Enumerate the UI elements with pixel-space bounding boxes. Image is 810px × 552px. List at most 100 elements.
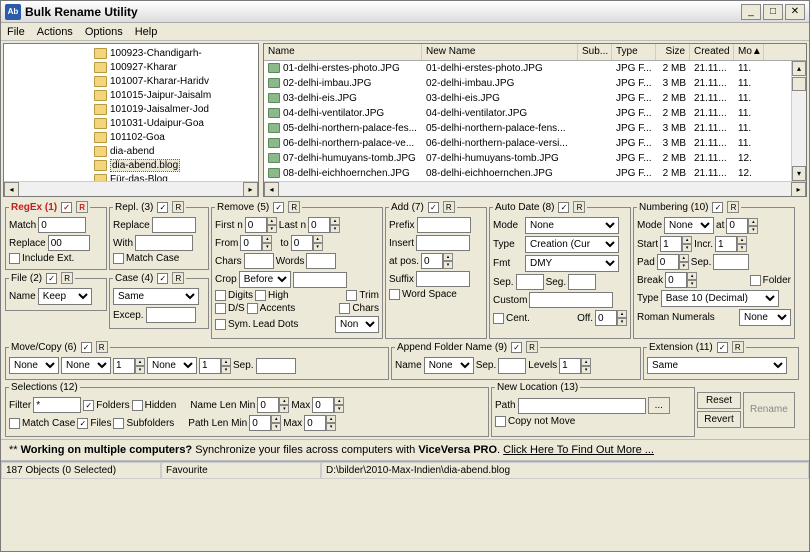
remove-ds[interactable]	[215, 303, 226, 314]
sel-files[interactable]	[77, 418, 88, 429]
sel-namelen-max[interactable]	[312, 397, 334, 413]
numbering-mode[interactable]: None	[664, 217, 714, 234]
move-n2[interactable]	[199, 358, 221, 374]
file-reset[interactable]: R	[61, 272, 73, 284]
autodate-sep[interactable]	[516, 274, 544, 290]
file-name-select[interactable]: Keep	[38, 288, 92, 305]
sel-pathlen-min[interactable]	[249, 415, 271, 431]
file-row[interactable]: 07-delhi-humuyans-tomb.JPG07-delhi-humuy…	[264, 151, 806, 166]
tree-item[interactable]: dia-abend.blog	[94, 158, 258, 172]
move-copy-select[interactable]: None	[9, 357, 59, 374]
remove-high[interactable]	[255, 290, 266, 301]
move-sel2[interactable]: None	[147, 357, 197, 374]
folder-tree[interactable]: 100923-Chandigarh-100927-Kharar101007-Kh…	[3, 43, 259, 197]
case-enabled[interactable]	[157, 273, 168, 284]
numbering-reset[interactable]: R	[727, 201, 739, 213]
move-enabled[interactable]	[81, 342, 92, 353]
appfolder-name[interactable]: None	[424, 357, 474, 374]
revert-button[interactable]: Revert	[697, 411, 741, 428]
numbering-pad[interactable]	[657, 254, 679, 270]
add-suffix-input[interactable]	[416, 271, 470, 287]
sel-hidden[interactable]	[132, 400, 143, 411]
menu-help[interactable]: Help	[135, 23, 158, 40]
regex-enabled[interactable]	[61, 202, 72, 213]
scroll-left-icon[interactable]: ◂	[264, 182, 279, 197]
appfolder-enabled[interactable]	[511, 342, 522, 353]
close-button[interactable]: ✕	[785, 4, 805, 20]
regex-include-ext[interactable]	[9, 253, 20, 264]
sel-namelen-min[interactable]	[257, 397, 279, 413]
repl-with-input[interactable]	[135, 235, 193, 251]
case-select[interactable]: Same	[113, 288, 199, 305]
remove-to[interactable]	[291, 235, 313, 251]
menu-actions[interactable]: Actions	[37, 23, 73, 40]
col-type[interactable]: Type	[612, 44, 656, 60]
move-sel1[interactable]: None	[61, 357, 111, 374]
regex-replace-input[interactable]	[48, 235, 90, 251]
file-row[interactable]: 03-delhi-eis.JPG03-delhi-eis.JPGJPG F...…	[264, 91, 806, 106]
numbering-incr[interactable]	[715, 236, 737, 252]
move-reset[interactable]: R	[96, 341, 108, 353]
file-row[interactable]: 02-delhi-imbau.JPG02-delhi-imbau.JPGJPG …	[264, 76, 806, 91]
move-n1[interactable]	[113, 358, 135, 374]
add-reset[interactable]: R	[443, 201, 455, 213]
remove-from[interactable]	[240, 235, 262, 251]
list-hscroll[interactable]: ◂ ▸	[264, 181, 806, 196]
list-vscroll[interactable]: ▴ ▾	[791, 61, 806, 181]
regex-match-input[interactable]	[38, 217, 86, 233]
extension-select[interactable]: Same	[647, 357, 787, 374]
scroll-right-icon[interactable]: ▸	[791, 182, 806, 197]
sel-folders[interactable]	[83, 400, 94, 411]
tree-item[interactable]: 101015-Jaipur-Jaisalm	[94, 88, 258, 102]
autodate-mode[interactable]: None	[525, 217, 619, 234]
file-list[interactable]: Name New Name Sub... Type Size Created M…	[263, 43, 807, 197]
sel-matchcase[interactable]	[9, 418, 20, 429]
newloc-path[interactable]	[518, 398, 646, 414]
add-enabled[interactable]	[428, 202, 439, 213]
numbering-type[interactable]: Base 10 (Decimal)	[661, 290, 779, 307]
col-modified[interactable]: Mo▲	[734, 44, 764, 60]
numbering-folder[interactable]	[750, 275, 761, 286]
appfolder-reset[interactable]: R	[526, 341, 538, 353]
menu-options[interactable]: Options	[85, 23, 123, 40]
appfolder-levels[interactable]	[559, 358, 581, 374]
autodate-enabled[interactable]	[558, 202, 569, 213]
remove-firstn[interactable]	[245, 217, 267, 233]
col-name[interactable]: Name	[264, 44, 422, 60]
autodate-cent[interactable]	[493, 313, 504, 324]
repl-matchcase[interactable]	[113, 253, 124, 264]
remove-crop-input[interactable]	[293, 272, 347, 288]
case-reset[interactable]: R	[172, 272, 184, 284]
tree-item[interactable]: 101007-Kharar-Haridv	[94, 74, 258, 88]
newloc-copynotmove[interactable]	[495, 416, 506, 427]
file-row[interactable]: 01-delhi-erstes-photo.JPG01-delhi-erstes…	[264, 61, 806, 76]
tree-item[interactable]: 101102-Goa	[94, 130, 258, 144]
col-newname[interactable]: New Name	[422, 44, 578, 60]
remove-chars2[interactable]	[339, 303, 350, 314]
file-enabled[interactable]	[46, 273, 57, 284]
file-row[interactable]: 08-delhi-eichhoernchen.JPG08-delhi-eichh…	[264, 166, 806, 181]
tree-item[interactable]: 100927-Kharar	[94, 60, 258, 74]
col-created[interactable]: Created	[690, 44, 734, 60]
remove-leaddots-select[interactable]: Non	[335, 316, 379, 333]
autodate-off[interactable]	[595, 310, 617, 326]
numbering-break[interactable]	[665, 272, 687, 288]
tree-item[interactable]: 101019-Jaisalmer-Jod	[94, 102, 258, 116]
col-sub[interactable]: Sub...	[578, 44, 612, 60]
tree-item[interactable]: 101031-Udaipur-Goa	[94, 116, 258, 130]
sel-subfolders[interactable]	[113, 418, 124, 429]
autodate-custom[interactable]	[529, 292, 613, 308]
scroll-left-icon[interactable]: ◂	[4, 182, 19, 197]
autodate-seg[interactable]	[568, 274, 596, 290]
promo-link[interactable]: Click Here To Find Out More ...	[503, 444, 654, 456]
remove-lastn[interactable]	[308, 217, 330, 233]
remove-sym[interactable]	[215, 319, 226, 330]
repl-enabled[interactable]	[157, 202, 168, 213]
appfolder-sep[interactable]	[498, 358, 526, 374]
remove-enabled[interactable]	[273, 202, 284, 213]
sel-filter[interactable]	[33, 397, 81, 413]
sel-pathlen-max[interactable]	[304, 415, 326, 431]
add-wordspace[interactable]	[389, 289, 400, 300]
minimize-button[interactable]: _	[741, 4, 761, 20]
repl-reset[interactable]: R	[172, 201, 184, 213]
